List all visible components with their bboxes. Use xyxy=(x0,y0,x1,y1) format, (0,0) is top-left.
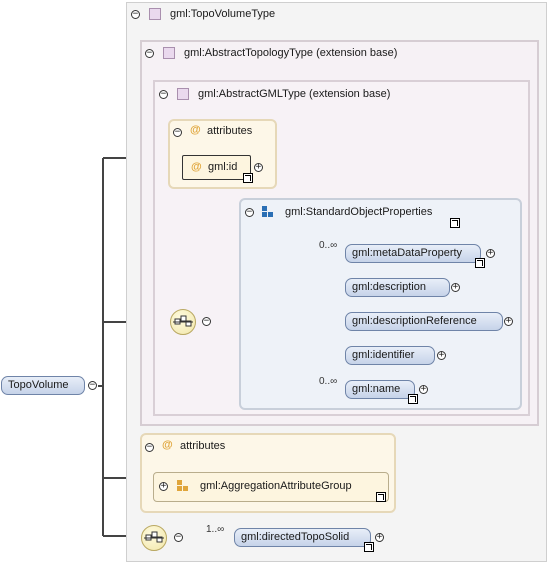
abstract-topology-type-label: gml:AbstractTopologyType (extension base… xyxy=(184,47,398,59)
complex-type-icon xyxy=(163,47,175,59)
element-label: gml:metaDataProperty xyxy=(352,247,463,259)
collapse-toggle[interactable]: − xyxy=(145,443,154,452)
aggregation-attribute-group-label: gml:AggregationAttributeGroup xyxy=(200,480,352,492)
element-label: gml:name xyxy=(352,383,401,395)
reference-arrow-icon[interactable] xyxy=(408,394,418,404)
gml-id-label: gml:id xyxy=(208,161,238,173)
reference-arrow-icon[interactable] xyxy=(376,492,386,502)
root-element-topo-volume[interactable]: TopoVolume xyxy=(1,376,85,395)
element-label: gml:directedTopoSolid xyxy=(241,531,350,543)
collapse-toggle[interactable]: − xyxy=(131,10,140,19)
attributes-label: attributes xyxy=(207,125,253,137)
collapse-toggle[interactable]: − xyxy=(202,317,211,326)
expand-toggle[interactable]: + xyxy=(254,163,263,172)
sequence-symbol-icon xyxy=(144,531,164,543)
reference-arrow-icon[interactable] xyxy=(243,173,253,183)
element-meta-data-property[interactable]: gml:metaDataProperty xyxy=(345,244,481,263)
complex-type-icon xyxy=(177,88,189,100)
attribute-icon: @ xyxy=(191,161,202,173)
element-name[interactable]: gml:name xyxy=(345,380,415,399)
expand-toggle[interactable]: + xyxy=(159,482,168,491)
element-label: gml:description xyxy=(352,281,426,293)
standard-object-properties-box xyxy=(239,198,522,410)
topo-volume-type-label: gml:TopoVolumeType xyxy=(170,8,276,20)
attribute-group-icon xyxy=(177,480,188,491)
reference-arrow-icon[interactable] xyxy=(475,258,485,268)
element-label: gml:descriptionReference xyxy=(352,315,477,327)
expand-toggle[interactable]: + xyxy=(451,283,460,292)
element-identifier[interactable]: gml:identifier xyxy=(345,346,435,365)
expand-toggle[interactable]: + xyxy=(419,385,428,394)
expand-toggle[interactable]: + xyxy=(437,351,446,360)
collapse-toggle[interactable]: − xyxy=(174,533,183,542)
abstract-gml-type-label: gml:AbstractGMLType (extension base) xyxy=(198,88,391,100)
collapse-toggle[interactable]: − xyxy=(173,128,182,137)
element-label: gml:identifier xyxy=(352,349,415,361)
group-icon xyxy=(262,206,273,217)
cardinality-label: 1..∞ xyxy=(206,524,225,535)
attribute-icon: @ xyxy=(190,124,201,136)
reference-arrow-icon[interactable] xyxy=(364,542,374,552)
attributes-label: attributes xyxy=(180,440,226,452)
expand-toggle[interactable]: + xyxy=(486,249,495,258)
collapse-toggle[interactable]: − xyxy=(145,49,154,58)
element-description[interactable]: gml:description xyxy=(345,278,450,297)
collapse-toggle[interactable]: − xyxy=(159,90,168,99)
cardinality-label: 0..∞ xyxy=(319,376,338,387)
attribute-icon: @ xyxy=(162,439,173,451)
sequence-symbol-icon xyxy=(173,315,193,327)
element-description-reference[interactable]: gml:descriptionReference xyxy=(345,312,503,331)
element-directed-topo-solid[interactable]: gml:directedTopoSolid xyxy=(234,528,371,547)
complex-type-icon xyxy=(149,8,161,20)
cardinality-label: 0..∞ xyxy=(319,240,338,251)
expand-toggle[interactable]: + xyxy=(375,533,384,542)
collapse-toggle[interactable]: − xyxy=(245,208,254,217)
element-label: TopoVolume xyxy=(8,379,69,391)
expand-toggle[interactable]: + xyxy=(504,317,513,326)
reference-arrow-icon[interactable] xyxy=(450,218,460,228)
collapse-toggle[interactable]: − xyxy=(88,381,97,390)
standard-object-properties-label: gml:StandardObjectProperties xyxy=(285,206,433,218)
